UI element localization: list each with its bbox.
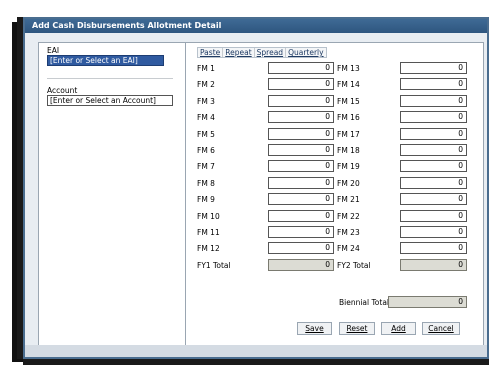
- month-label: FM 16: [337, 113, 360, 123]
- month-amount-input[interactable]: 0: [400, 160, 467, 173]
- month-amount-input[interactable]: 0: [268, 62, 334, 74]
- month-label: FM 13: [337, 64, 360, 73]
- fy1-total-value: 0: [268, 259, 334, 271]
- left-divider: [47, 78, 173, 79]
- month-label: FM 17: [337, 129, 360, 139]
- month-label: FM 15: [337, 96, 360, 106]
- repeat-button[interactable]: Repeat: [223, 48, 255, 57]
- month-amount-input[interactable]: 0: [268, 160, 334, 173]
- month-label: FM 8: [197, 178, 215, 188]
- month-amount-input[interactable]: 0: [400, 127, 467, 140]
- dialog-footer-strip: [25, 345, 487, 357]
- account-label: Account: [47, 86, 78, 95]
- month-label: FM 9: [197, 195, 215, 205]
- month-amount-input[interactable]: 0: [268, 176, 334, 189]
- toolbar: Paste Repeat Spread Quarterly: [197, 47, 327, 58]
- month-label: FM 10: [197, 211, 220, 221]
- month-label: FM 21: [337, 195, 360, 205]
- month-label: FM 24: [337, 244, 360, 254]
- cash-disbursements-dialog: Add Cash Disbursements Allotment Detail …: [23, 17, 489, 359]
- spread-button[interactable]: Spread: [255, 48, 287, 57]
- month-amount-input[interactable]: 0: [400, 94, 467, 107]
- month-label: FM 11: [197, 228, 220, 237]
- month-amount-input[interactable]: 0: [268, 78, 334, 91]
- biennial-total-label: Biennial Total: [339, 298, 390, 307]
- month-amount-input[interactable]: 0: [400, 193, 467, 206]
- month-amount-input[interactable]: 0: [268, 193, 334, 206]
- month-amount-input[interactable]: 0: [400, 78, 467, 91]
- month-amount-input[interactable]: 0: [268, 111, 334, 124]
- paste-button[interactable]: Paste: [198, 48, 224, 57]
- month-label: FM 18: [337, 146, 360, 155]
- fy2-total-label: FY2 Total: [337, 261, 371, 270]
- save-button[interactable]: Save: [297, 322, 332, 335]
- month-amount-input[interactable]: 0: [268, 242, 334, 255]
- month-label: FM 6: [197, 146, 215, 155]
- month-amount-input[interactable]: 0: [268, 226, 334, 238]
- month-amount-input[interactable]: 0: [400, 62, 467, 74]
- month-amount-input[interactable]: 0: [268, 94, 334, 107]
- month-amount-input[interactable]: 0: [400, 111, 467, 124]
- reset-button[interactable]: Reset: [339, 322, 375, 335]
- month-amount-input[interactable]: 0: [400, 226, 467, 238]
- month-label: FM 19: [337, 162, 360, 172]
- month-label: FM 2: [197, 80, 215, 90]
- month-label: FM 7: [197, 162, 215, 172]
- month-label: FM 3: [197, 96, 215, 106]
- fy1-total-label: FY1 Total: [197, 261, 231, 270]
- month-label: FM 1: [197, 64, 215, 73]
- month-amount-input[interactable]: 0: [400, 176, 467, 189]
- month-amount-input[interactable]: 0: [400, 242, 467, 255]
- eai-select[interactable]: [Enter or Select an EAI]: [47, 55, 164, 66]
- add-button[interactable]: Add: [381, 322, 416, 335]
- month-amount-input[interactable]: 0: [400, 144, 467, 156]
- month-amount-input[interactable]: 0: [268, 209, 334, 222]
- month-label: FM 20: [337, 178, 360, 188]
- biennial-total-value: 0: [388, 296, 467, 308]
- eai-label: EAI: [47, 46, 60, 55]
- month-label: FM 14: [337, 80, 360, 90]
- month-label: FM 5: [197, 129, 215, 139]
- month-amount-input[interactable]: 0: [268, 127, 334, 140]
- month-label: FM 4: [197, 113, 215, 123]
- cancel-button[interactable]: Cancel: [422, 322, 460, 335]
- month-amount-input[interactable]: 0: [400, 209, 467, 222]
- month-label: FM 12: [197, 244, 220, 254]
- month-amount-input[interactable]: 0: [268, 144, 334, 156]
- month-label: FM 22: [337, 211, 360, 221]
- month-label: FM 23: [337, 228, 360, 237]
- dialog-content: EAI [Enter or Select an EAI] Account [En…: [38, 42, 484, 347]
- account-select[interactable]: [Enter or Select an Account]: [47, 95, 173, 106]
- dialog-title: Add Cash Disbursements Allotment Detail: [25, 19, 487, 33]
- left-panel: EAI [Enter or Select an EAI] Account [En…: [39, 43, 186, 346]
- fy2-total-value: 0: [400, 259, 467, 271]
- quarterly-button[interactable]: Quarterly: [286, 48, 326, 57]
